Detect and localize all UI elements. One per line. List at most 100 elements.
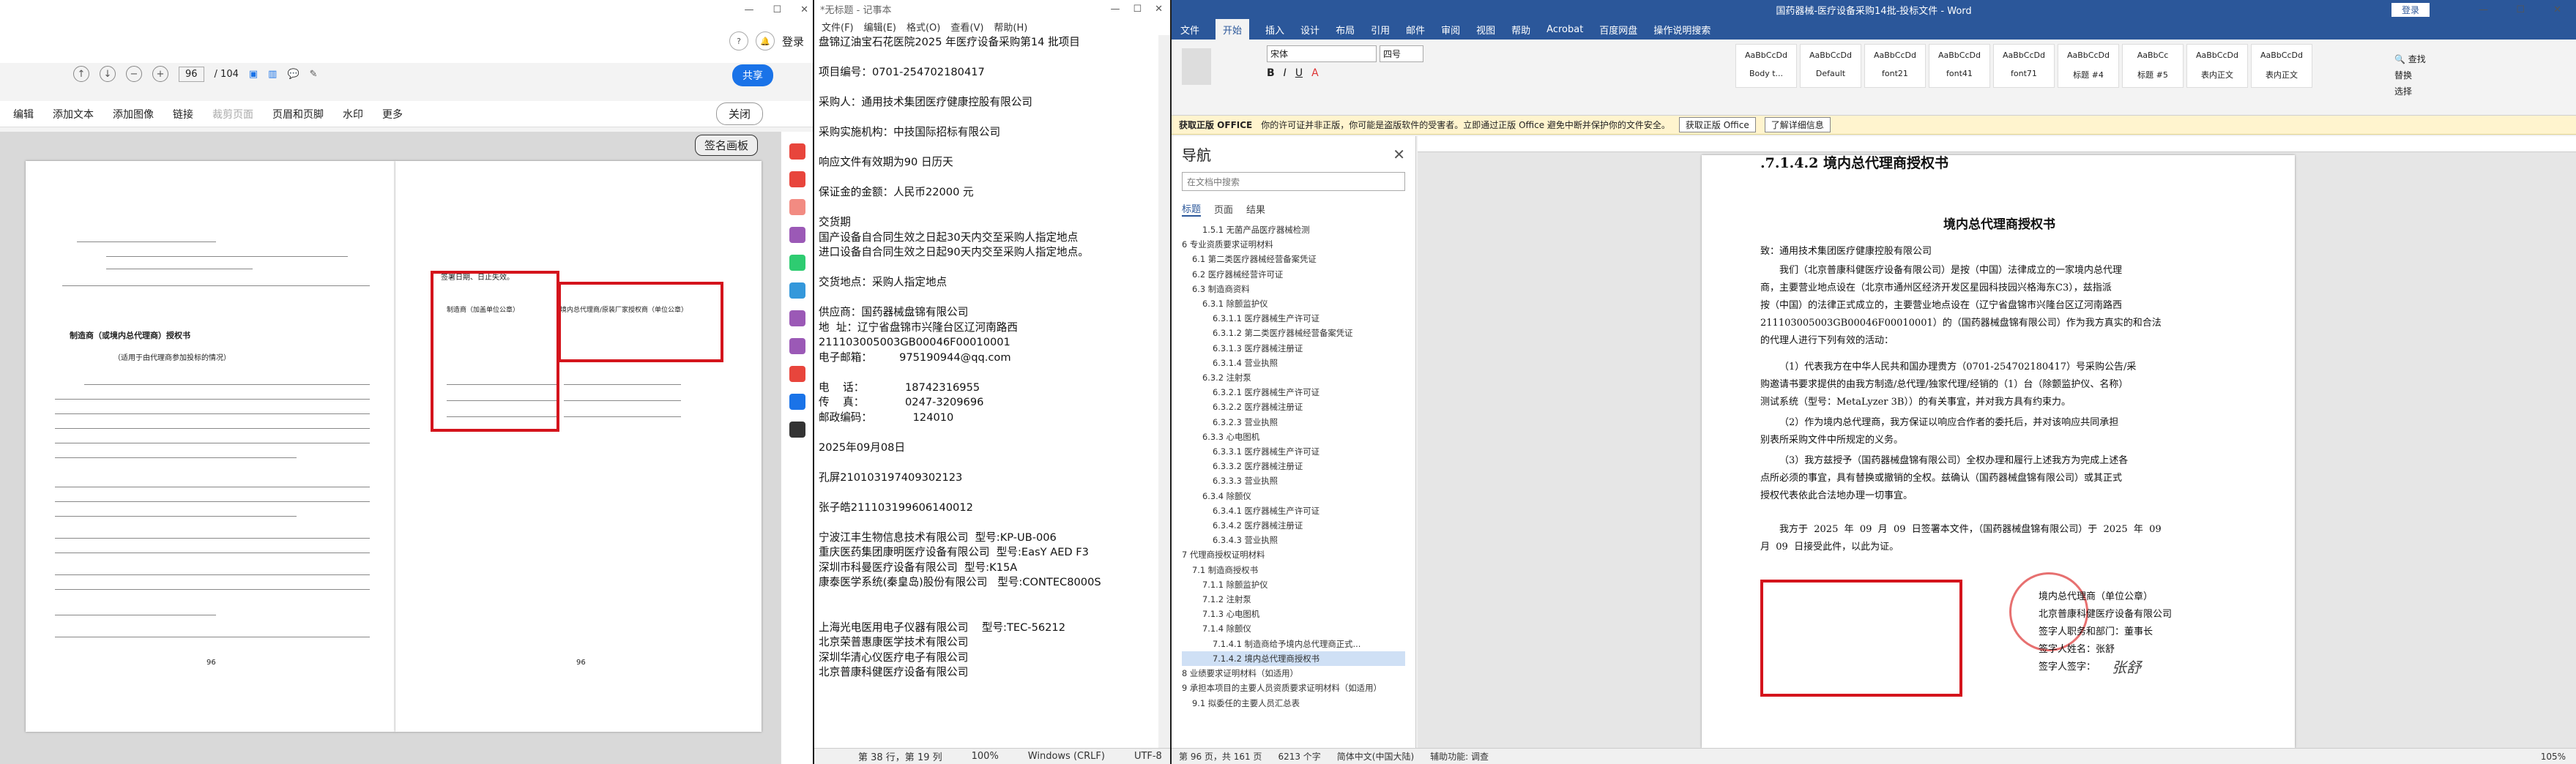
nav-tab-pages[interactable]: 页面: [1214, 202, 1233, 216]
style-item[interactable]: AaBbCcDd font71: [1993, 44, 2055, 88]
link-button[interactable]: 链接: [173, 107, 193, 121]
nav-heading-item[interactable]: 6.3 制造商资料: [1182, 282, 1405, 296]
nav-heading-item[interactable]: 9 承担本项目的主要人员资质要求证明材料（如适用）: [1182, 681, 1405, 695]
minimize-icon[interactable]: —: [1110, 4, 1120, 15]
crop-button[interactable]: 裁剪页面: [212, 107, 253, 121]
nav-tab-headings[interactable]: 标题: [1182, 201, 1202, 217]
style-item[interactable]: AaBbCcDd Body t...: [1735, 44, 1797, 88]
nav-heading-item[interactable]: 6.3.4.2 医疗器械注册证: [1182, 518, 1405, 533]
style-item[interactable]: AaBbCcDd 表内正文: [2186, 44, 2248, 88]
scan-icon[interactable]: [789, 282, 805, 299]
menu-format[interactable]: 格式(O): [907, 20, 940, 34]
font-size-select[interactable]: 四号: [1380, 45, 1423, 62]
page-count[interactable]: 第 96 页，共 161 页: [1179, 750, 1262, 763]
learn-more-button[interactable]: 了解详细信息: [1764, 117, 1831, 132]
nav-tab-results[interactable]: 结果: [1246, 202, 1265, 216]
nav-heading-item[interactable]: 6.3.2.3 营业执照: [1182, 415, 1405, 430]
maximize-icon[interactable]: ☐: [773, 4, 781, 15]
nav-heading-item[interactable]: 7.1.4.1 制造商给予境内总代理商正式...: [1182, 637, 1405, 651]
nav-heading-item[interactable]: 7.1.4.2 境内总代理商授权书: [1182, 651, 1405, 667]
font-name-select[interactable]: 宋体: [1267, 45, 1377, 62]
nav-heading-item[interactable]: 6.3.2 注射泵: [1182, 370, 1405, 385]
nav-heading-item[interactable]: 6.3.1.4 营业执照: [1182, 356, 1405, 370]
page-number-input[interactable]: 96: [179, 66, 204, 82]
nav-heading-item[interactable]: 6.3.2.2 医疗器械注册证: [1182, 400, 1405, 414]
fit-page-icon[interactable]: ▣: [249, 69, 258, 80]
close-icon[interactable]: ✕: [1155, 4, 1163, 15]
zoom-out-icon[interactable]: −: [126, 66, 142, 82]
fill-sign-icon[interactable]: [789, 310, 805, 326]
login-link[interactable]: 登录: [782, 34, 804, 49]
minimize-icon[interactable]: —: [744, 4, 753, 15]
tab-layout[interactable]: 布局: [1336, 23, 1355, 37]
nav-heading-item[interactable]: 7.1 制造商授权书: [1182, 563, 1405, 577]
maximize-icon[interactable]: ☐: [1133, 4, 1142, 15]
nav-heading-item[interactable]: 6.3.4.1 医疗器械生产许可证: [1182, 503, 1405, 518]
underline-icon[interactable]: U: [1295, 67, 1303, 79]
request-sign-icon[interactable]: [789, 338, 805, 354]
nav-heading-item[interactable]: 7.1.2 注射泵: [1182, 592, 1405, 607]
watermark-button[interactable]: 水印: [343, 107, 363, 121]
nav-heading-item[interactable]: 6.3.1 除颤监护仪: [1182, 296, 1405, 311]
tab-review[interactable]: 审阅: [1441, 23, 1460, 37]
nav-heading-item[interactable]: 7.1.3 心电图机: [1182, 607, 1405, 621]
tab-help[interactable]: 帮助: [1511, 23, 1530, 37]
tab-design[interactable]: 设计: [1300, 23, 1319, 37]
tab-references[interactable]: 引用: [1371, 23, 1390, 37]
menu-help[interactable]: 帮助(H): [994, 20, 1027, 34]
style-item[interactable]: AaBbCc 标题 #5: [2122, 44, 2184, 88]
notepad-text-area[interactable]: 盘锦辽油宝石花医院2025 年医疗设备采购第14 批项目 项目编号：0701-25…: [819, 35, 1155, 681]
menu-file[interactable]: 文件(F): [822, 20, 854, 34]
replace-button[interactable]: 替换: [2394, 67, 2426, 83]
tab-insert[interactable]: 插入: [1265, 23, 1284, 37]
add-text-button[interactable]: 添加文本: [53, 107, 94, 121]
nav-heading-item[interactable]: 6.3.4.3 营业执照: [1182, 533, 1405, 547]
pen-icon[interactable]: ✎: [310, 69, 318, 80]
nav-heading-item[interactable]: 7.1.4 除颤仪: [1182, 621, 1405, 636]
tab-file[interactable]: 文件: [1180, 23, 1199, 37]
signature-pad-button[interactable]: 签名画板: [694, 135, 758, 156]
edit-button[interactable]: 编辑: [13, 107, 34, 121]
nav-heading-item[interactable]: 6.3.2.1 医疗器械生产许可证: [1182, 385, 1405, 400]
combine-icon[interactable]: [789, 227, 805, 243]
maximize-icon[interactable]: ☐: [2516, 4, 2525, 15]
nav-heading-item[interactable]: 6.3.3 心电图机: [1182, 430, 1405, 444]
menu-view[interactable]: 查看(V): [950, 20, 983, 34]
two-page-icon[interactable]: ▥: [268, 69, 277, 80]
bell-icon[interactable]: 🔔: [755, 31, 775, 50]
header-footer-button[interactable]: 页眉和页脚: [272, 107, 324, 121]
nav-heading-item[interactable]: 1.5.1 无菌产品医疗器械检测: [1182, 222, 1405, 237]
close-icon[interactable]: ✕: [1393, 146, 1405, 163]
zoom-in-icon[interactable]: +: [152, 66, 168, 82]
nav-heading-item[interactable]: 6.3.3.1 医疗器械生产许可证: [1182, 444, 1405, 459]
nav-heading-item[interactable]: 6.3.1.1 医疗器械生产许可证: [1182, 311, 1405, 326]
nav-heading-item[interactable]: 6 专业资质要求证明材料: [1182, 237, 1405, 252]
compress-icon[interactable]: [789, 366, 805, 382]
add-image-button[interactable]: 添加图像: [113, 107, 154, 121]
nav-heading-item[interactable]: 6.3.3.2 医疗器械注册证: [1182, 459, 1405, 473]
italic-icon[interactable]: I: [1284, 67, 1287, 79]
prev-page-icon[interactable]: ↑: [73, 66, 89, 82]
paste-icon[interactable]: [1182, 48, 1211, 85]
nav-heading-item[interactable]: 9.1 拟委任的主要人员汇总表: [1182, 696, 1405, 711]
share-button[interactable]: 共享: [732, 64, 773, 86]
style-item[interactable]: AaBbCcDd Default: [1800, 44, 1861, 88]
nav-heading-item[interactable]: 7 代理商授权证明材料: [1182, 547, 1405, 562]
nav-heading-item[interactable]: 7.1.1 除颤监护仪: [1182, 577, 1405, 592]
close-edit-button[interactable]: 关闭: [715, 102, 763, 125]
tell-me-search[interactable]: 操作说明搜索: [1653, 23, 1710, 37]
nav-heading-item[interactable]: 6.3.1.3 医疗器械注册证: [1182, 341, 1405, 356]
organize-icon[interactable]: [789, 255, 805, 271]
nav-heading-item[interactable]: 8 业绩要求证明材料（如适用）: [1182, 666, 1405, 681]
comment-icon[interactable]: 💬: [287, 69, 299, 80]
protect-icon[interactable]: [789, 394, 805, 410]
select-button[interactable]: 选择: [2394, 83, 2426, 100]
zoom-percent[interactable]: 105%: [2541, 752, 2566, 762]
word-count[interactable]: 6213 个字: [1278, 750, 1320, 763]
tab-baidu[interactable]: 百度网盘: [1599, 23, 1637, 37]
create-pdf-icon[interactable]: [789, 199, 805, 215]
style-item[interactable]: AaBbCcDd 表内正文: [2251, 44, 2312, 88]
export-pdf-icon[interactable]: [789, 143, 805, 160]
nav-heading-item[interactable]: 6.3.3.3 营业执照: [1182, 473, 1405, 488]
nav-heading-item[interactable]: 6.3.1.2 第二类医疗器械经营备案凭证: [1182, 326, 1405, 340]
